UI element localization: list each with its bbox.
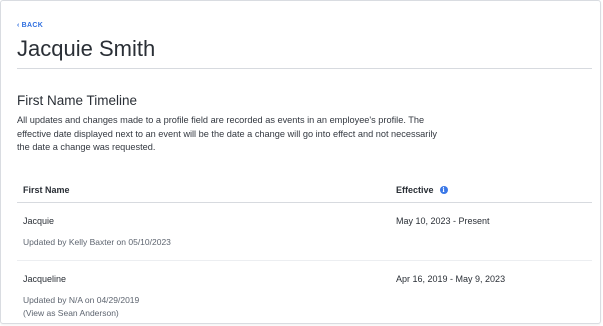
back-link[interactable]: ‹ BACK bbox=[17, 22, 43, 29]
column-header-effective-label: Effective bbox=[396, 185, 434, 195]
section-description: All updates and changes made to a profil… bbox=[17, 115, 438, 152]
info-icon[interactable]: i bbox=[439, 186, 448, 194]
view-as-note: (View as Sean Anderson) bbox=[23, 307, 119, 318]
page-title: Jacquie Smith bbox=[17, 36, 156, 61]
back-link-label: BACK bbox=[21, 22, 44, 29]
column-header-effective: Effective i bbox=[396, 185, 448, 195]
title-divider bbox=[17, 68, 592, 69]
table-row: Jacquie Updated by Kelly Baxter on 05/10… bbox=[17, 203, 592, 261]
page-container: ‹ BACK Jacquie Smith First Name Timeline… bbox=[0, 0, 601, 324]
update-meta: Updated by N/A on 04/29/2019 (View as Se… bbox=[23, 294, 139, 319]
chevron-left-icon: ‹ bbox=[17, 22, 20, 29]
update-meta-line: Updated by Kelly Baxter on 05/10/2023 bbox=[23, 237, 171, 247]
table-header: First Name Effective i bbox=[17, 176, 592, 203]
section-title: First Name Timeline bbox=[17, 93, 138, 108]
column-header-first-name: First Name bbox=[23, 185, 70, 195]
effective-range: May 10, 2023 - Present bbox=[396, 216, 490, 226]
effective-range: Apr 16, 2019 - May 9, 2023 bbox=[396, 274, 506, 284]
update-meta: Updated by Kelly Baxter on 05/10/2023 bbox=[23, 236, 171, 249]
table-row: Jacqueline Updated by N/A on 04/29/2019 … bbox=[17, 261, 592, 323]
first-name-value: Jacquie bbox=[23, 216, 55, 226]
first-name-value: Jacqueline bbox=[23, 274, 67, 284]
update-meta-line: Updated by N/A on 04/29/2019 bbox=[23, 295, 140, 305]
